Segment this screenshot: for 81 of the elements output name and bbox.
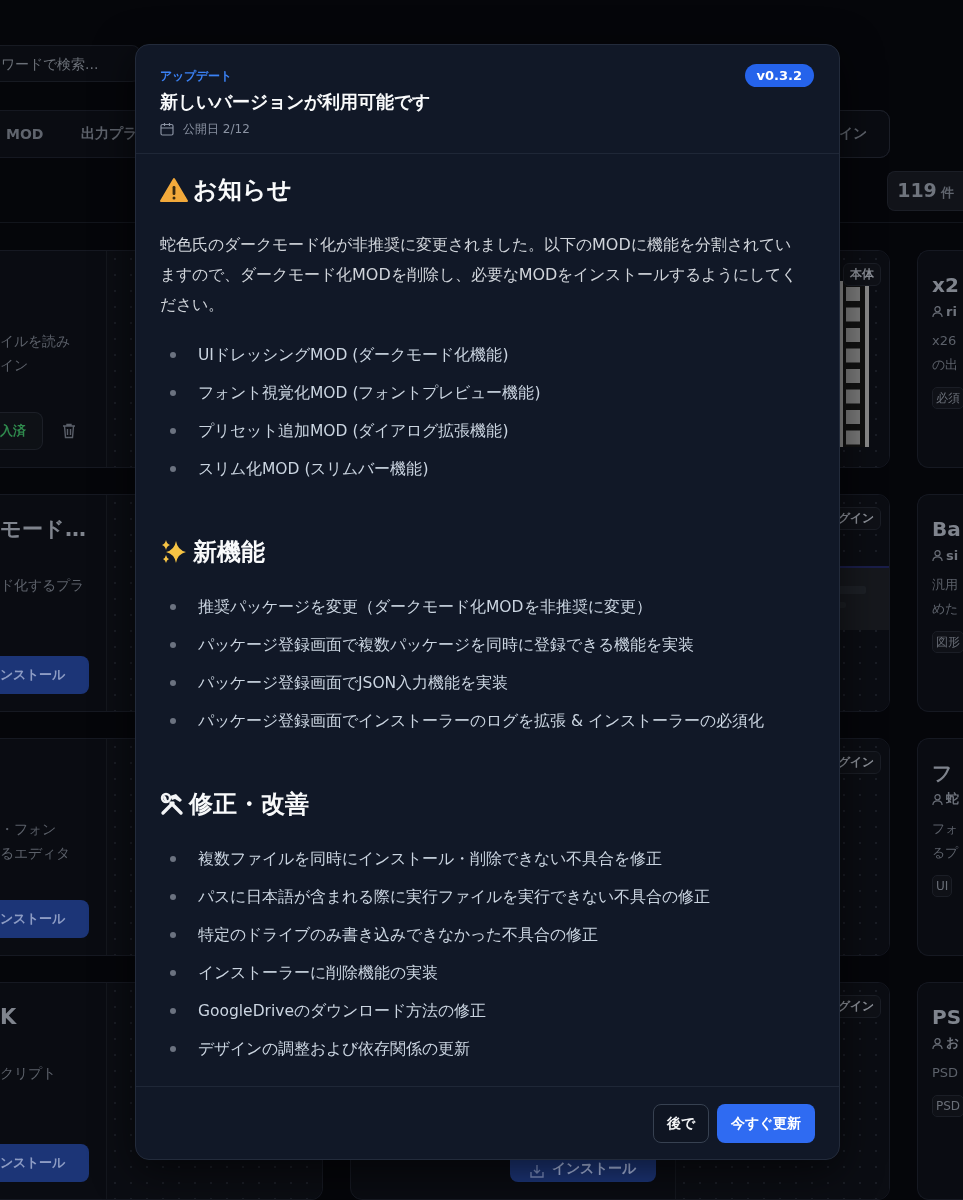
release-date: 公開日 2/12 xyxy=(183,120,250,138)
tag: 図形 xyxy=(932,631,963,653)
card-description: ド化するプラ xyxy=(0,576,85,595)
version-badge: v0.3.2 xyxy=(744,64,814,87)
install-button[interactable]: ンストール xyxy=(0,1144,89,1182)
bullet-icon xyxy=(170,718,176,724)
bullet-icon xyxy=(170,390,176,396)
dialog-title: 新しいバージョンが利用可能です xyxy=(160,90,431,114)
sparkles-icon xyxy=(160,539,188,565)
list-item: 複数ファイルを同時にインストール・削除できない不具合を修正 xyxy=(198,848,662,870)
person-icon xyxy=(932,304,943,318)
person-icon xyxy=(932,548,943,562)
card-title: フ xyxy=(932,760,953,787)
list-item: パッケージ登録画面で複数パッケージを同時に登録できる機能を実装 xyxy=(198,634,694,656)
card-title: PS xyxy=(932,1004,963,1031)
tag: PSD xyxy=(932,1095,963,1117)
list-item: フォント視覚化MOD (フォントプレビュー機能) xyxy=(198,382,541,404)
search-field[interactable]: ワードで検索... xyxy=(0,45,140,82)
card-description: ・フォン るエディタ xyxy=(0,820,71,863)
card-description: イルを読み イン xyxy=(0,332,71,375)
category-tag: 本体 xyxy=(843,263,881,286)
bullet-icon xyxy=(170,894,176,900)
dialog-eyebrow: アップデート xyxy=(160,68,232,85)
author-name: ri xyxy=(946,303,957,319)
card-title: x2 xyxy=(932,272,960,299)
author-name: お xyxy=(946,1034,959,1052)
download-icon xyxy=(530,1164,544,1178)
bullet-icon xyxy=(170,932,176,938)
count-number: 119 xyxy=(897,179,937,201)
installed-button[interactable]: 入済 xyxy=(0,412,43,450)
section-heading: お知らせ xyxy=(193,175,292,206)
bullet-icon xyxy=(170,856,176,862)
person-icon xyxy=(932,1036,943,1050)
bullet-icon xyxy=(170,970,176,976)
tab[interactable]: イン xyxy=(839,125,867,143)
bullet-icon xyxy=(170,352,176,358)
person-icon xyxy=(932,792,943,806)
notice-paragraph: 蛇色氏のダークモード化が非推奨に変更されました。以下のMODに機能を分割されていますので、ダークモード化MODを削除し、必要なMODをインストールするようにしてください。 xyxy=(160,234,799,316)
list-item: UIドレッシングMOD (ダークモード化機能) xyxy=(198,344,509,366)
card-description: クリプト xyxy=(0,1064,57,1083)
trash-icon[interactable] xyxy=(62,423,76,439)
card-description: PSD xyxy=(932,1064,960,1082)
list-item: デザインの調整および依存関係の更新 xyxy=(198,1038,470,1060)
section-heading: 修正・改善 xyxy=(189,789,309,820)
install-button[interactable]: ンストール xyxy=(0,656,89,694)
list-item: パッケージ登録画面でJSON入力機能を実装 xyxy=(198,672,509,694)
card-title: モード… xyxy=(0,516,87,543)
tag: 必須 xyxy=(932,387,963,409)
list-item: スリム化MOD (スリムバー機能) xyxy=(198,458,429,480)
calendar-icon xyxy=(160,122,174,136)
tab[interactable]: 出力プラ xyxy=(81,125,138,143)
section-heading: 新機能 xyxy=(193,537,265,568)
warning-icon xyxy=(160,177,188,203)
bullet-icon xyxy=(170,604,176,610)
count-unit: 件 xyxy=(940,184,954,202)
card-title: K xyxy=(0,1004,18,1031)
bullet-icon xyxy=(170,642,176,648)
list-item: パスに日本語が含まれる際に実行ファイルを実行できない不具合の修正 xyxy=(198,886,710,908)
list-item: パッケージ登録画面でインストーラーのログを拡張 & インストーラーの必須化 xyxy=(198,710,764,732)
author-name: si xyxy=(946,547,959,563)
card-description: フォ るプ xyxy=(932,820,960,862)
tag: UI xyxy=(932,875,953,897)
bullet-icon xyxy=(170,466,176,472)
author-name: 蛇 xyxy=(946,790,959,808)
list-item: インストーラーに削除機能の実装 xyxy=(198,962,438,984)
card-description: 汎用 めた xyxy=(932,576,959,618)
card-description: x26 の出 xyxy=(932,332,959,374)
tab[interactable]: MOD xyxy=(6,125,44,143)
bullet-icon xyxy=(170,1008,176,1014)
card-title: Ba xyxy=(932,516,962,543)
later-button[interactable]: 後で xyxy=(653,1104,709,1143)
bullet-icon xyxy=(170,1046,176,1052)
list-item: プリセット追加MOD (ダイアログ拡張機能) xyxy=(198,420,509,442)
install-button[interactable]: ンストール xyxy=(0,900,89,938)
bullet-icon xyxy=(170,428,176,434)
tools-icon xyxy=(160,792,184,816)
update-now-button[interactable]: 今すぐ更新 xyxy=(717,1104,815,1143)
bullet-icon xyxy=(170,680,176,686)
list-item: GoogleDriveのダウンロード方法の修正 xyxy=(198,1000,486,1022)
list-item: 特定のドライブのみ書き込みできなかった不具合の修正 xyxy=(198,924,598,946)
list-item: 推奨パッケージを変更（ダークモード化MODを非推奨に変更） xyxy=(198,596,652,618)
